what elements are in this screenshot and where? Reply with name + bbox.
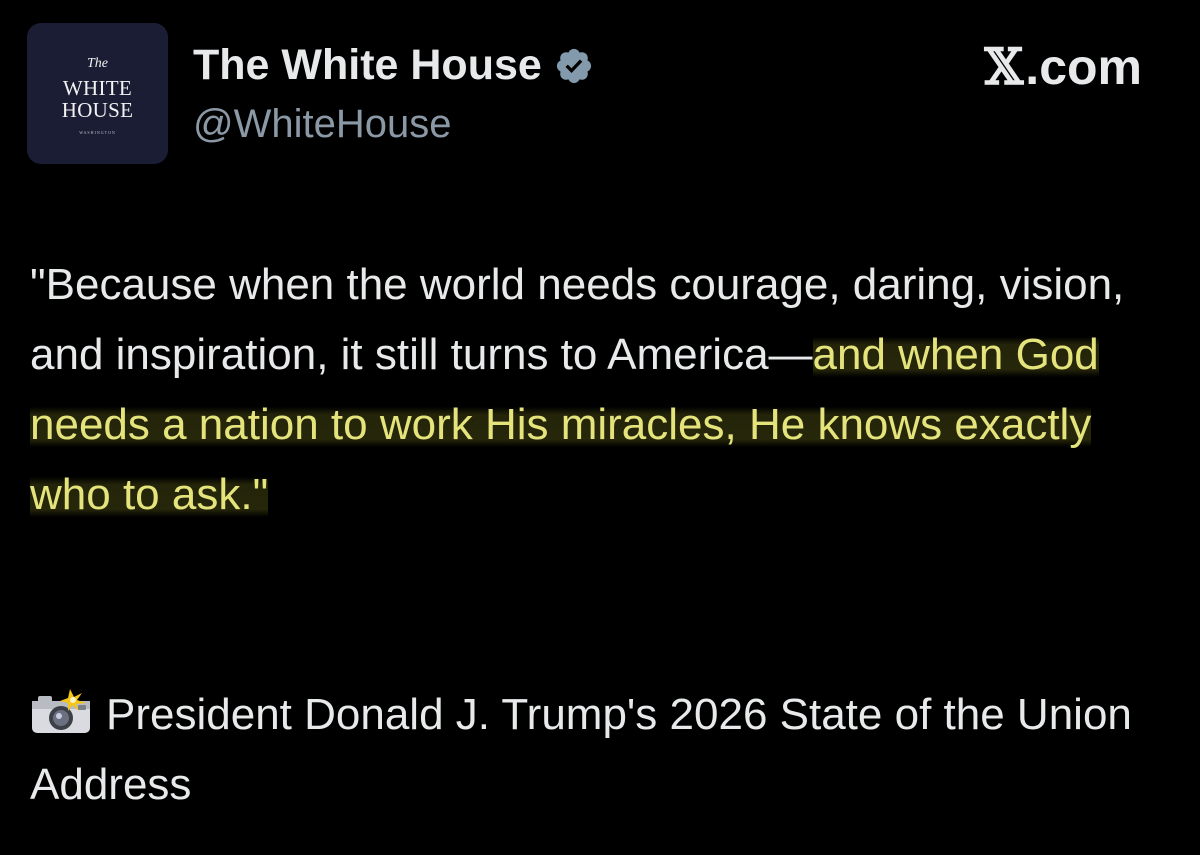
display-name[interactable]: The White House — [193, 40, 542, 90]
author-name-row: The White House — [193, 40, 594, 90]
quote-highlighted-part-2: ask. — [159, 470, 253, 519]
caption-text: President Donald J. Trump's 2026 State o… — [30, 690, 1132, 809]
author-handle[interactable]: @WhiteHouse — [193, 100, 451, 148]
avatar-white: WHITE — [62, 75, 133, 100]
quote-end: " — [252, 470, 269, 519]
post-quote: "Because when the world needs courage, d… — [30, 250, 1160, 530]
x-com-watermark: 𝕏 .com — [985, 38, 1143, 96]
post-caption: President Donald J. Trump's 2026 State o… — [30, 680, 1160, 820]
verified-badge-icon[interactable] — [554, 46, 594, 86]
avatar-the: The — [87, 55, 108, 71]
x-logo-icon: 𝕏 — [984, 37, 1024, 96]
avatar-house: HOUSE — [61, 97, 134, 122]
avatar-washington: WASHINGTON — [79, 129, 116, 135]
brand-text: .com — [1025, 39, 1142, 95]
avatar[interactable]: The WHITE HOUSE WASHINGTON — [27, 23, 168, 164]
camera-with-flash-icon — [30, 686, 92, 734]
